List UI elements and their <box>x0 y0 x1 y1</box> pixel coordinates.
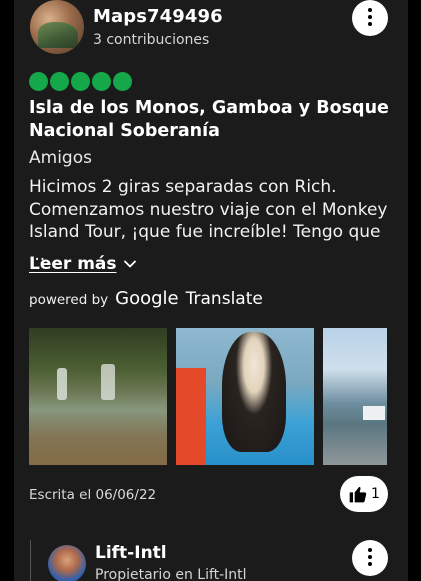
helpful-count: 1 <box>371 486 380 502</box>
review-title: Isla de los Monos, Gamboa y Bosque Nacio… <box>29 98 389 141</box>
reviewer-username[interactable]: Maps749496 <box>93 6 223 27</box>
helpful-vote-button[interactable]: 1 <box>340 476 388 512</box>
review-options-button[interactable] <box>352 0 388 36</box>
review-photo-canal[interactable] <box>323 328 387 465</box>
read-more-label: Leer más <box>29 254 117 274</box>
review-photo-waterfall[interactable] <box>29 328 167 465</box>
review-text: Hicimos 2 giras separadas con Rich. Come… <box>29 177 388 265</box>
translation-attribution: powered by Google Translate <box>29 288 263 309</box>
more-vertical-icon <box>368 8 372 12</box>
review-photo-monkey[interactable] <box>176 328 314 465</box>
rating-bubble <box>71 72 90 91</box>
monkey <box>222 332 286 452</box>
chevron-down-icon <box>123 260 136 268</box>
reviewer-contributions: 3 contribuciones <box>93 32 210 48</box>
google-logo: Google <box>115 288 179 309</box>
owner-avatar[interactable] <box>48 545 86 581</box>
read-more-link[interactable]: Leer más <box>29 254 137 274</box>
rating-bubble <box>29 72 48 91</box>
translate-label: Translate <box>185 289 263 309</box>
thumbs-up-icon <box>349 486 367 503</box>
rating-bubble <box>50 72 69 91</box>
written-date: Escrita el 06/06/22 <box>29 487 157 503</box>
more-vertical-icon <box>368 548 372 552</box>
reply-options-button[interactable] <box>352 540 388 576</box>
rating-bubble <box>92 72 111 91</box>
rating-bubble <box>113 72 132 91</box>
reviewer-avatar[interactable] <box>30 0 84 54</box>
trip-type: Amigos <box>29 148 92 168</box>
rating-bubbles <box>29 72 132 91</box>
owner-role: Propietario en Lift-Intl <box>95 567 247 581</box>
owner-name[interactable]: Lift-Intl <box>95 543 167 563</box>
powered-by-label: powered by <box>29 292 109 308</box>
life-vest <box>176 368 206 465</box>
review-screen: Maps749496 3 contribuciones Isla de los … <box>14 0 408 581</box>
reply-divider <box>30 540 31 581</box>
